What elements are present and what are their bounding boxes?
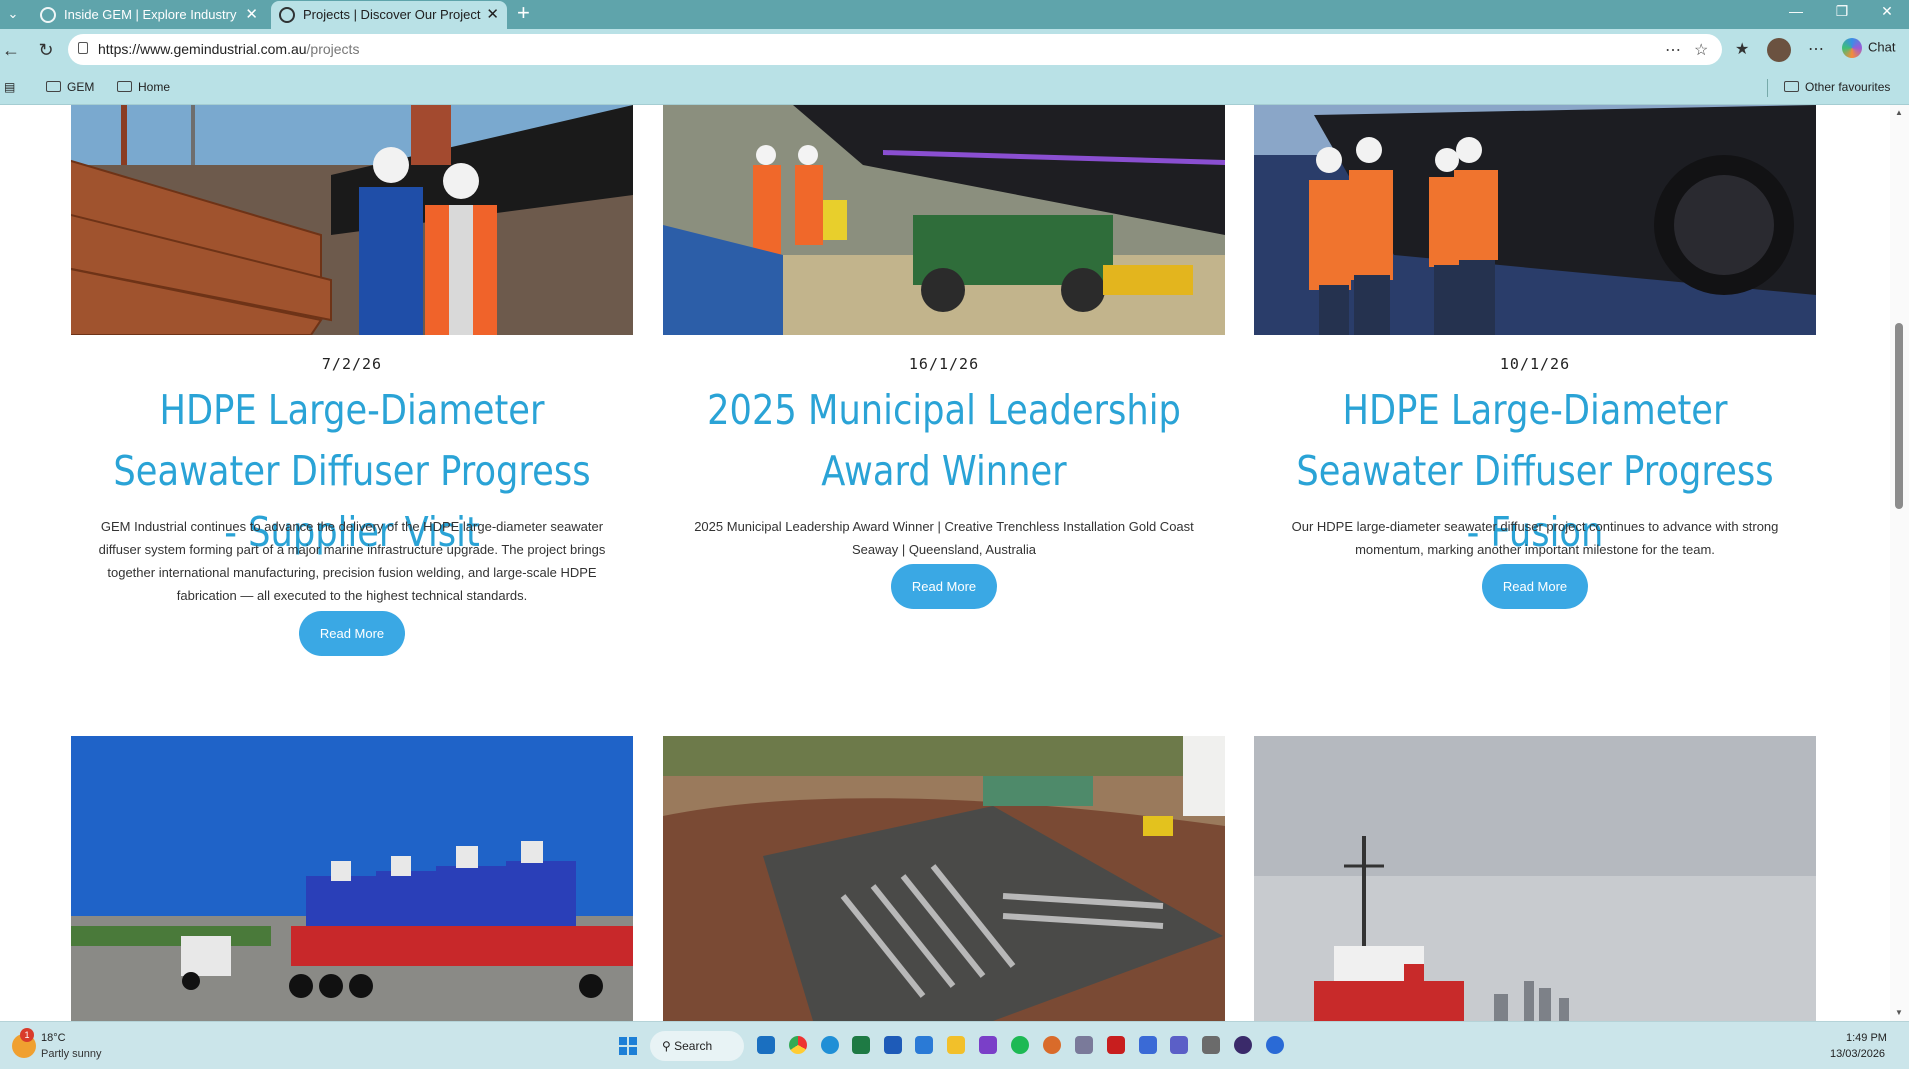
tab-inside-gem[interactable]: Inside GEM | Explore Industry Insig ✕	[32, 1, 266, 29]
close-window-icon[interactable]: ✕	[1864, 0, 1909, 24]
weather-temperature[interactable]: 18°C	[41, 1032, 66, 1044]
read-more-button[interactable]: Read More	[299, 611, 405, 656]
url-host: https://www.gemindustrial.com.au	[98, 41, 307, 57]
address-bar[interactable]: https://www.gemindustrial.com.au/project…	[68, 34, 1722, 65]
post-excerpt: 2025 Municipal Leadership Award Winner |…	[694, 519, 1194, 557]
scroll-thumb[interactable]	[1895, 323, 1903, 509]
favourite-label: Home	[138, 80, 171, 94]
project-image[interactable]	[71, 736, 633, 1021]
project-image[interactable]	[1254, 105, 1816, 335]
taskbar: 1 18°C Partly sunny ⚲ Search 1:49 PM 13/…	[0, 1021, 1909, 1069]
clock-date[interactable]: 13/03/2026	[1830, 1048, 1885, 1060]
team-with-pipe-photo	[1254, 105, 1816, 335]
snipping-tool-icon[interactable]	[1075, 1036, 1093, 1054]
scroll-up-arrow-icon[interactable]: ▲	[1895, 108, 1903, 117]
aerial-site-photo	[663, 736, 1225, 1021]
scroll-down-arrow-icon[interactable]: ▼	[1895, 1008, 1903, 1017]
read-more-button[interactable]: Read More	[891, 564, 997, 609]
refresh-icon[interactable]: ↻	[35, 39, 57, 61]
other-favourites-label: Other favourites	[1805, 80, 1891, 94]
browser-toolbar: ← ↻ https://www.gemindustrial.com.au/pro…	[0, 29, 1909, 71]
app-icon[interactable]	[1234, 1036, 1252, 1054]
truck-transport-photo	[71, 736, 633, 1021]
edge-icon[interactable]	[821, 1036, 839, 1054]
project-image[interactable]	[663, 736, 1225, 1021]
tab-actions-chevron-icon[interactable]: ⌄	[2, 4, 24, 24]
folder-icon	[1784, 81, 1799, 92]
taskbar-search[interactable]: ⚲ Search	[650, 1031, 744, 1061]
favourite-folder-home[interactable]: Home	[117, 80, 170, 94]
favourites-icon[interactable]: ★	[1735, 39, 1749, 59]
project-image[interactable]	[663, 105, 1225, 335]
app-icon[interactable]	[979, 1036, 997, 1054]
favourites-bar: ▤ GEM Home Other favourites	[0, 71, 1909, 105]
restore-icon[interactable]: ❐	[1819, 0, 1865, 24]
folder-icon	[46, 81, 61, 92]
back-arrow-icon[interactable]: ←	[0, 39, 22, 61]
acrobat-icon[interactable]	[1107, 1036, 1125, 1054]
app-icon[interactable]	[1043, 1036, 1061, 1054]
file-explorer-icon[interactable]	[947, 1036, 965, 1054]
tab-strip: ⌄ Inside GEM | Explore Industry Insig ✕ …	[0, 0, 1909, 29]
tab-title: Inside GEM | Explore Industry Insig	[64, 7, 240, 22]
pipes-workers-photo	[71, 105, 633, 335]
minimize-icon[interactable]: —	[1773, 0, 1819, 24]
page-content: 7/2/26 HDPE Large-Diameter Seawater Diff…	[0, 105, 1890, 1021]
chrome-icon[interactable]	[789, 1036, 807, 1054]
teams-icon[interactable]	[1170, 1036, 1188, 1054]
tab-projects[interactable]: Projects | Discover Our Projects To ✕	[271, 1, 507, 29]
post-excerpt: GEM Industrial continues to advance the …	[98, 519, 606, 603]
profile-avatar[interactable]	[1767, 38, 1791, 62]
tab-favicon-icon	[279, 7, 295, 23]
tab-favicon-icon	[40, 7, 56, 23]
other-favourites-folder[interactable]: Other favourites	[1784, 80, 1890, 94]
clock-time[interactable]: 1:49 PM	[1846, 1032, 1887, 1044]
project-image[interactable]	[71, 105, 633, 335]
outlook-icon[interactable]	[757, 1036, 775, 1054]
post-excerpt: Our HDPE large-diameter seawater diffuse…	[1291, 519, 1779, 557]
search-icon: ⚲	[662, 1039, 675, 1053]
weather-notification-badge: 1	[20, 1028, 34, 1042]
folder-icon	[117, 81, 132, 92]
close-tab-icon[interactable]: ✕	[486, 1, 499, 28]
favourite-folder-gem[interactable]: GEM	[46, 80, 94, 94]
close-tab-icon[interactable]: ✕	[245, 1, 258, 28]
sidebar-toggle-icon[interactable]: ▤	[4, 80, 15, 94]
weather-description[interactable]: Partly sunny	[41, 1048, 102, 1060]
chat-label: Chat	[1868, 39, 1896, 55]
project-image[interactable]	[1254, 736, 1816, 1021]
app-icon[interactable]	[1139, 1036, 1157, 1054]
start-windows-icon[interactable]	[619, 1037, 637, 1055]
new-tab-plus-icon[interactable]: +	[517, 1, 530, 25]
word-icon[interactable]	[884, 1036, 902, 1054]
divider	[1767, 79, 1768, 97]
calculator-icon[interactable]	[1202, 1036, 1220, 1054]
post-date: 16/1/26	[908, 355, 980, 373]
zoom-icon[interactable]	[1266, 1036, 1284, 1054]
post-title[interactable]: 2025 Municipal Leadership Award Winner	[702, 380, 1185, 502]
chat-button[interactable]: Chat	[1842, 38, 1895, 58]
spotify-icon[interactable]	[1011, 1036, 1029, 1054]
reader-icon[interactable]: ⋯	[1665, 40, 1681, 60]
more-options-icon[interactable]: ⋯	[1808, 39, 1824, 59]
post-date: 7/2/26	[321, 355, 383, 373]
url-text: https://www.gemindustrial.com.au/project…	[98, 41, 359, 57]
lock-icon	[78, 42, 88, 54]
tugboat-photo	[1254, 736, 1816, 1021]
star-favourite-icon[interactable]: ☆	[1694, 40, 1708, 60]
favourite-label: GEM	[67, 80, 95, 94]
post-date: 10/1/26	[1499, 355, 1571, 373]
read-more-button[interactable]: Read More	[1482, 564, 1588, 609]
copilot-icon	[1842, 38, 1862, 58]
tab-title: Projects | Discover Our Projects To	[303, 7, 481, 22]
photos-icon[interactable]	[915, 1036, 933, 1054]
search-label: Search	[674, 1039, 713, 1053]
fusion-machine-photo	[663, 105, 1225, 335]
page-scrollbar[interactable]: ▲ ▼	[1890, 105, 1909, 1021]
url-path: /projects	[306, 41, 360, 57]
excel-icon[interactable]	[852, 1036, 870, 1054]
